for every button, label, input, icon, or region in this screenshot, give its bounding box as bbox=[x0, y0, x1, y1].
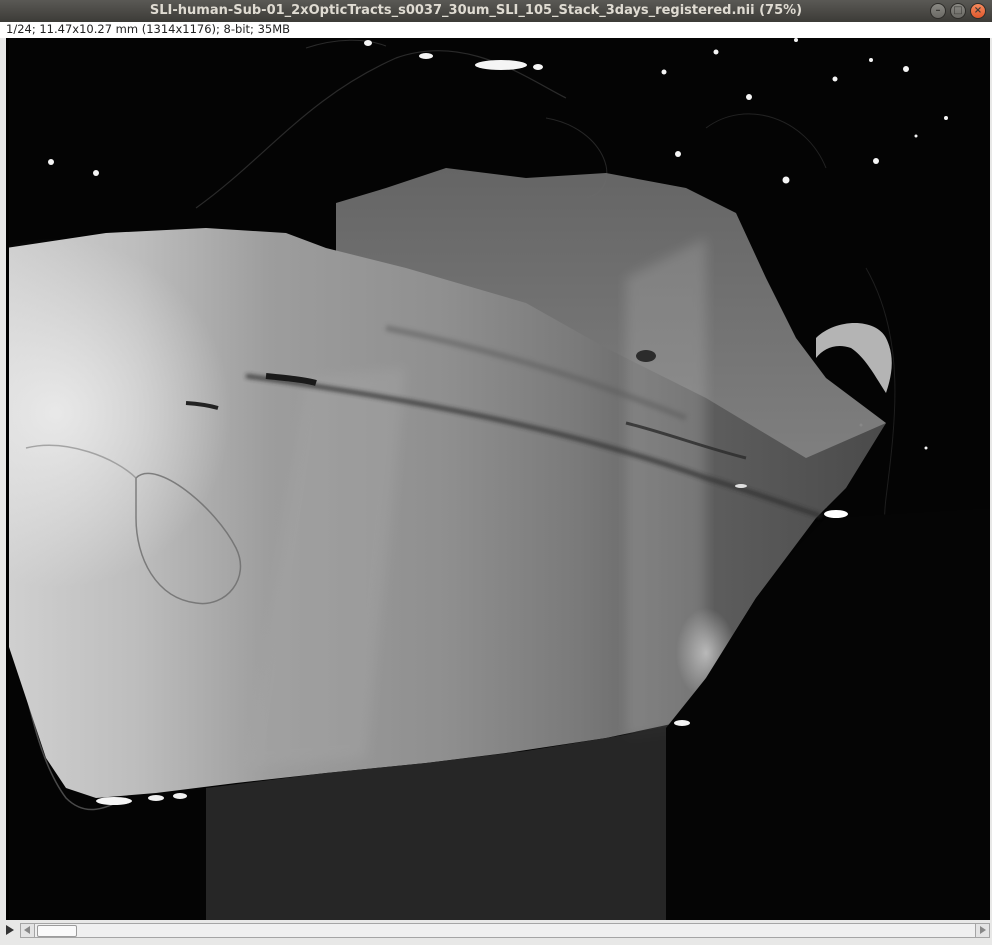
close-icon[interactable]: × bbox=[970, 3, 986, 19]
microscopy-image bbox=[6, 38, 990, 920]
slice-scrollbar[interactable] bbox=[20, 923, 990, 938]
play-icon[interactable] bbox=[6, 925, 14, 935]
minimize-icon[interactable]: – bbox=[930, 3, 946, 19]
window-title: SLI-human-Sub-01_2xOpticTracts_s0037_30u… bbox=[149, 3, 803, 18]
image-window: SLI-human-Sub-01_2xOpticTracts_s0037_30u… bbox=[0, 0, 992, 945]
image-canvas[interactable] bbox=[6, 38, 990, 920]
arrow-right-icon[interactable] bbox=[975, 924, 989, 937]
title-bar[interactable]: SLI-human-Sub-01_2xOpticTracts_s0037_30u… bbox=[0, 0, 992, 22]
window-controls: – □ × bbox=[930, 3, 986, 19]
maximize-icon[interactable]: □ bbox=[950, 3, 966, 19]
stack-slider-row bbox=[0, 922, 992, 940]
arrow-left-icon[interactable] bbox=[21, 924, 35, 937]
scrollbar-thumb[interactable] bbox=[37, 925, 77, 937]
image-info-bar: 1/24; 11.47x10.27 mm (1314x1176); 8-bit;… bbox=[0, 22, 992, 38]
